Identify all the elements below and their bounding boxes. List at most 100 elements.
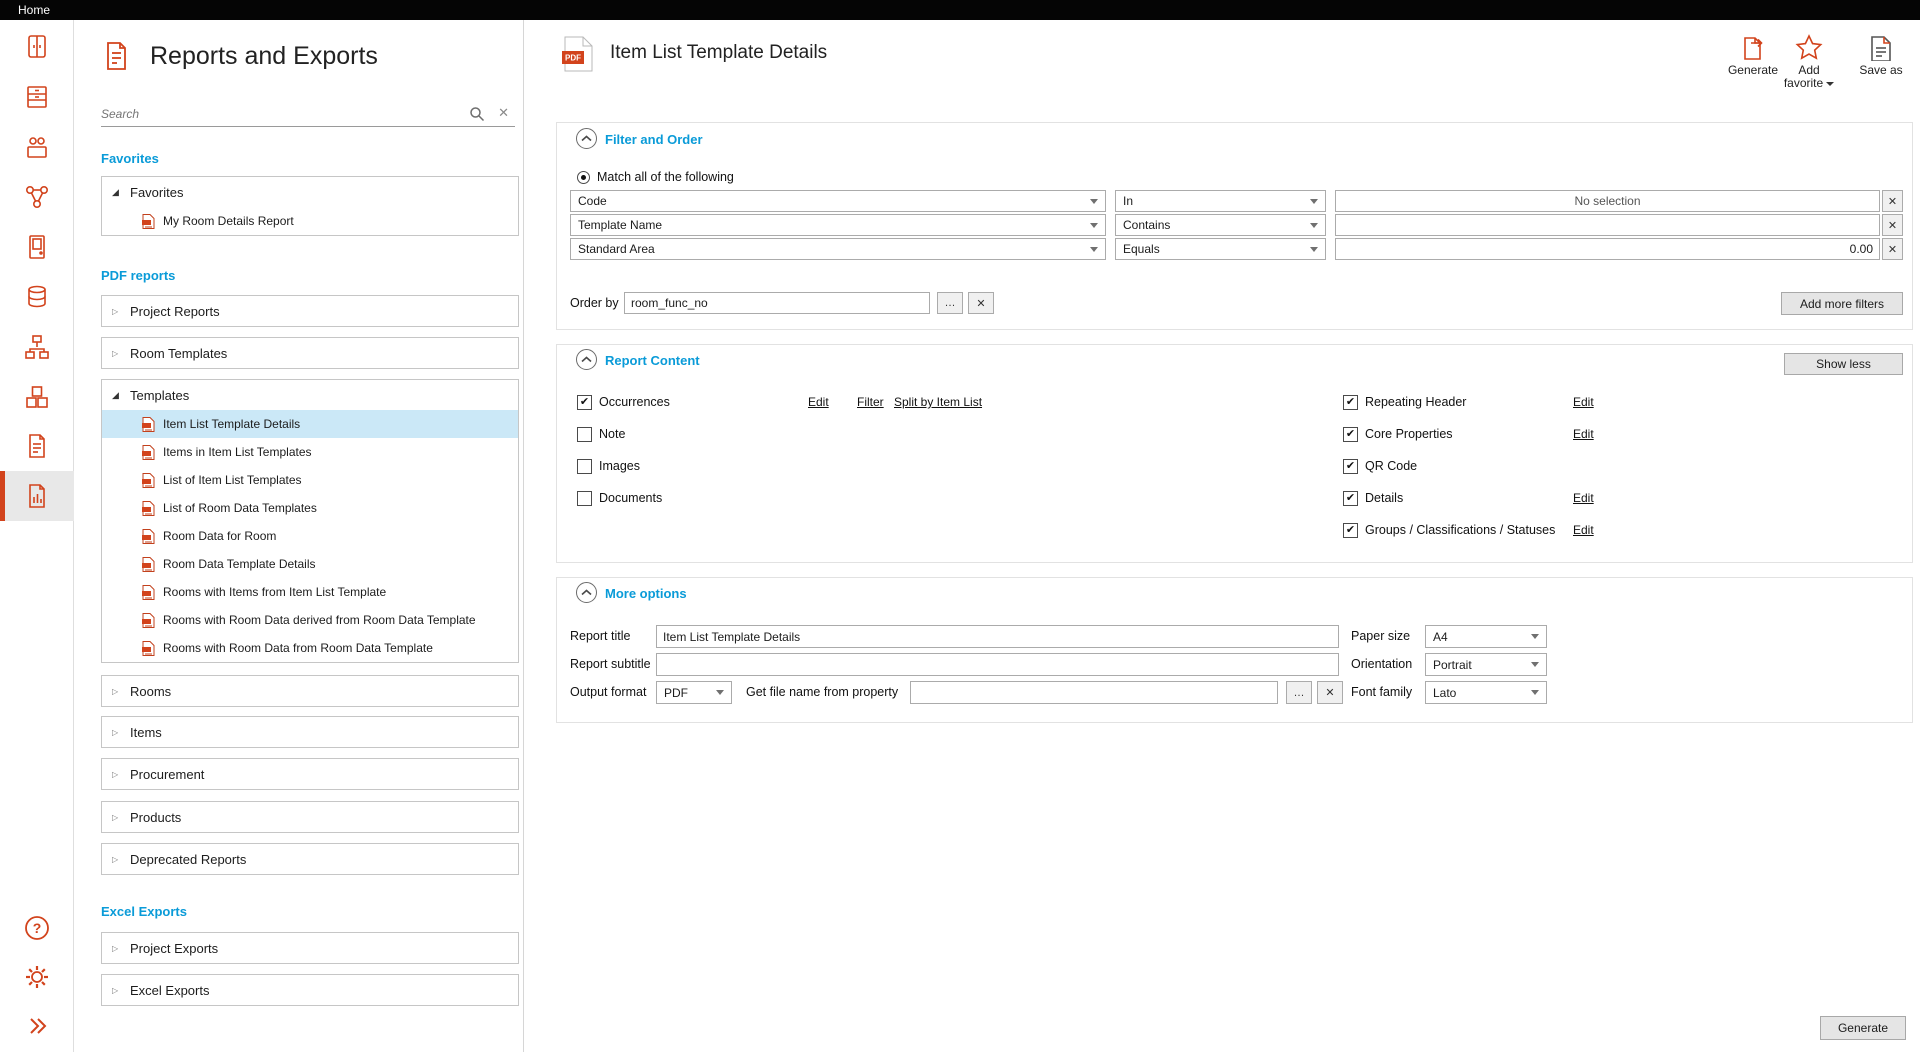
- group-header[interactable]: ▷ Project Reports: [102, 296, 518, 326]
- filter-value-picker[interactable]: No selection: [1335, 190, 1880, 212]
- building-blocks-icon[interactable]: [0, 372, 74, 422]
- group-header[interactable]: ▷ Excel Exports: [102, 975, 518, 1005]
- report-subtitle-input[interactable]: [656, 653, 1339, 676]
- occurrences-edit-link[interactable]: Edit: [808, 395, 829, 409]
- expander-icon[interactable]: ◢: [112, 390, 126, 401]
- file-name-property-input[interactable]: [910, 681, 1278, 704]
- reports-icon[interactable]: [0, 471, 74, 521]
- search-icon[interactable]: [469, 106, 485, 127]
- file-name-browse-button[interactable]: …: [1286, 681, 1312, 704]
- add-more-filters-button[interactable]: Add more filters: [1781, 292, 1903, 315]
- expander-icon[interactable]: ▷: [112, 986, 126, 995]
- expander-icon[interactable]: ▷: [112, 687, 126, 696]
- save-as-toolbar-button[interactable]: Save as: [1850, 34, 1912, 77]
- expander-icon[interactable]: ▷: [112, 855, 126, 864]
- report-item[interactable]: List of Room Data Templates: [102, 494, 518, 522]
- split-by-item-list-link[interactable]: Split by Item List: [894, 395, 982, 409]
- generate-toolbar-button[interactable]: Generate: [1722, 34, 1784, 77]
- generate-button[interactable]: Generate: [1820, 1016, 1906, 1040]
- search-clear-icon[interactable]: ✕: [498, 105, 509, 121]
- expander-icon[interactable]: ◢: [112, 187, 126, 198]
- group-header[interactable]: ▷ Deprecated Reports: [102, 844, 518, 874]
- match-all-radio[interactable]: [577, 171, 590, 184]
- favorites-group-header[interactable]: ◢ Favorites: [102, 177, 518, 207]
- occurrences-filter-link[interactable]: Filter: [857, 395, 884, 409]
- group-header[interactable]: ◢ Templates: [102, 380, 518, 410]
- collapse-section-icon[interactable]: [576, 582, 597, 603]
- order-by-browse-button[interactable]: …: [937, 292, 963, 314]
- report-item[interactable]: Room Data for Room: [102, 522, 518, 550]
- occurrences-checkbox[interactable]: ✔: [577, 395, 592, 410]
- add-favorite-toolbar-button[interactable]: Add favorite: [1778, 34, 1840, 90]
- equipment-box-icon[interactable]: [0, 122, 74, 172]
- repeating-header-edit-link[interactable]: Edit: [1573, 395, 1594, 409]
- file-name-clear-button[interactable]: ✕: [1317, 681, 1343, 704]
- report-item-my-room-details[interactable]: My Room Details Report: [102, 207, 518, 235]
- filter-operator-dropdown[interactable]: Equals: [1115, 238, 1326, 260]
- group-header[interactable]: ▷ Procurement: [102, 759, 518, 789]
- expander-icon[interactable]: ▷: [112, 307, 126, 316]
- cabinet-icon[interactable]: [0, 72, 74, 122]
- specification-document-icon[interactable]: [0, 421, 74, 471]
- core-properties-edit-link[interactable]: Edit: [1573, 427, 1594, 441]
- report-item[interactable]: Rooms with Items from Item List Template: [102, 578, 518, 606]
- group-header[interactable]: ▷ Room Templates: [102, 338, 518, 368]
- expander-icon[interactable]: ▷: [112, 813, 126, 822]
- home-tab[interactable]: Home: [18, 0, 50, 20]
- filter-value-input[interactable]: [1335, 214, 1880, 236]
- door-icon[interactable]: [0, 222, 74, 272]
- report-item[interactable]: List of Item List Templates: [102, 466, 518, 494]
- process-nodes-icon[interactable]: [0, 172, 74, 222]
- paper-size-dropdown[interactable]: A4: [1425, 625, 1547, 648]
- search-input[interactable]: [101, 103, 461, 125]
- order-by-input[interactable]: [624, 292, 930, 314]
- groups-classifications-edit-link[interactable]: Edit: [1573, 523, 1594, 537]
- expander-icon[interactable]: ▷: [112, 728, 126, 737]
- filter-value-input[interactable]: [1335, 238, 1880, 260]
- orientation-dropdown[interactable]: Portrait: [1425, 653, 1547, 676]
- core-properties-checkbox[interactable]: ✔: [1343, 427, 1358, 442]
- org-chart-icon[interactable]: [0, 322, 74, 372]
- filter-field-dropdown[interactable]: Standard Area: [570, 238, 1106, 260]
- images-checkbox[interactable]: [577, 459, 592, 474]
- filter-operator-dropdown[interactable]: Contains: [1115, 214, 1326, 236]
- collapse-section-icon[interactable]: [576, 349, 597, 370]
- help-icon[interactable]: ?: [0, 906, 74, 950]
- settings-gear-icon[interactable]: [0, 955, 74, 999]
- group-header[interactable]: ▷ Products: [102, 802, 518, 832]
- group-header[interactable]: ▷ Project Exports: [102, 933, 518, 963]
- expander-icon[interactable]: ▷: [112, 770, 126, 779]
- report-title-input[interactable]: [656, 625, 1339, 648]
- group-header[interactable]: ▷ Rooms: [102, 676, 518, 706]
- show-less-button[interactable]: Show less: [1784, 353, 1903, 375]
- groups-classifications-checkbox[interactable]: ✔: [1343, 523, 1358, 538]
- qr-code-checkbox[interactable]: ✔: [1343, 459, 1358, 474]
- details-checkbox[interactable]: ✔: [1343, 491, 1358, 506]
- note-checkbox[interactable]: [577, 427, 592, 442]
- order-by-clear-button[interactable]: ✕: [968, 292, 994, 314]
- filter-operator-dropdown[interactable]: In: [1115, 190, 1326, 212]
- documents-checkbox[interactable]: [577, 491, 592, 506]
- report-item[interactable]: Rooms with Room Data derived from Room D…: [102, 606, 518, 634]
- repeating-header-checkbox[interactable]: ✔: [1343, 395, 1358, 410]
- database-icon[interactable]: [0, 272, 74, 322]
- remove-filter-button[interactable]: ✕: [1882, 190, 1903, 212]
- details-edit-link[interactable]: Edit: [1573, 491, 1594, 505]
- report-item-item-list-template-details[interactable]: Item List Template Details: [102, 410, 518, 438]
- filter-field-dropdown[interactable]: Code: [570, 190, 1106, 212]
- expander-icon[interactable]: ▷: [112, 349, 126, 358]
- wardrobe-icon[interactable]: [0, 22, 74, 72]
- group-header[interactable]: ▷ Items: [102, 717, 518, 747]
- font-family-dropdown[interactable]: Lato: [1425, 681, 1547, 704]
- output-format-dropdown[interactable]: PDF: [656, 681, 732, 704]
- report-item[interactable]: Items in Item List Templates: [102, 438, 518, 466]
- expand-chevrons-icon[interactable]: [0, 1004, 74, 1048]
- remove-filter-button[interactable]: ✕: [1882, 238, 1903, 260]
- filter-field-dropdown[interactable]: Template Name: [570, 214, 1106, 236]
- report-item[interactable]: Room Data Template Details: [102, 550, 518, 578]
- dropdown-caret-icon[interactable]: [1826, 82, 1834, 86]
- collapse-section-icon[interactable]: [576, 128, 597, 149]
- remove-filter-button[interactable]: ✕: [1882, 214, 1903, 236]
- expander-icon[interactable]: ▷: [112, 944, 126, 953]
- report-item[interactable]: Rooms with Room Data from Room Data Temp…: [102, 634, 518, 662]
